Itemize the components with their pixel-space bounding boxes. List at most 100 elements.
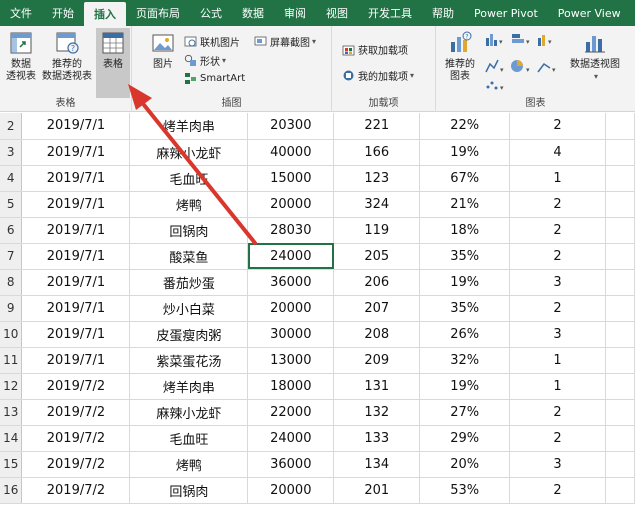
- cell-dish[interactable]: 毛血旺: [129, 165, 249, 192]
- cell-date[interactable]: 2019/7/2: [21, 451, 131, 478]
- row-header[interactable]: 6: [0, 217, 23, 244]
- cell-qty[interactable]: 133: [333, 425, 421, 452]
- cell-amount[interactable]: 20000: [247, 191, 335, 218]
- cell-amount[interactable]: 20300: [247, 113, 335, 140]
- cell-dish[interactable]: 番茄炒蛋: [129, 269, 249, 296]
- cell-empty[interactable]: [605, 425, 635, 452]
- cell-empty[interactable]: [605, 451, 635, 478]
- cell-amount[interactable]: 13000: [247, 347, 335, 374]
- cell-qty[interactable]: 206: [333, 269, 421, 296]
- cell-date[interactable]: 2019/7/1: [21, 191, 131, 218]
- cell-amount[interactable]: 36000: [247, 451, 335, 478]
- cell-dish[interactable]: 毛血旺: [129, 425, 249, 452]
- cell-qty[interactable]: 205: [333, 243, 421, 270]
- cell-qty[interactable]: 208: [333, 321, 421, 348]
- cell-pct[interactable]: 26%: [419, 321, 511, 348]
- cell-date[interactable]: 2019/7/2: [21, 425, 131, 452]
- cell-empty[interactable]: [605, 373, 635, 400]
- ribbon-tab[interactable]: Power Pivot: [464, 0, 548, 26]
- cell-empty[interactable]: [605, 321, 635, 348]
- cell-date[interactable]: 2019/7/1: [21, 113, 131, 140]
- ribbon-tab[interactable]: 数据: [232, 0, 274, 26]
- cell-pct[interactable]: 19%: [419, 139, 511, 166]
- cell-pct[interactable]: 18%: [419, 217, 511, 244]
- row-header[interactable]: 3: [0, 139, 23, 166]
- recommended-charts-button[interactable]: ? 推荐的 图表: [440, 30, 480, 83]
- row-header[interactable]: 7: [0, 243, 23, 270]
- online-picture-button[interactable]: 联机图片: [184, 34, 240, 49]
- cell-rank[interactable]: 3: [509, 451, 606, 478]
- ribbon-tab[interactable]: 公式: [190, 0, 232, 26]
- cell-empty[interactable]: [605, 113, 635, 140]
- cell-dish[interactable]: 烤鸭: [129, 191, 249, 218]
- cell-amount[interactable]: 24000: [247, 243, 335, 270]
- ribbon-tab[interactable]: Power View: [548, 0, 631, 26]
- ribbon-tab[interactable]: 开发工具: [358, 0, 422, 26]
- cell-date[interactable]: 2019/7/1: [21, 217, 131, 244]
- cell-amount[interactable]: 20000: [247, 295, 335, 322]
- cell-rank[interactable]: 2: [509, 477, 606, 504]
- cell-rank[interactable]: 2: [509, 217, 606, 244]
- cell-dish[interactable]: 回锅肉: [129, 217, 249, 244]
- shapes-button[interactable]: 形状 ▾: [184, 53, 226, 68]
- my-addins-button[interactable]: 我的加载项 ▾: [342, 68, 414, 83]
- cell-amount[interactable]: 22000: [247, 399, 335, 426]
- cell-empty[interactable]: [605, 243, 635, 270]
- cell-dish[interactable]: 烤羊肉串: [129, 373, 249, 400]
- cell-empty[interactable]: [605, 139, 635, 166]
- cell-amount[interactable]: 15000: [247, 165, 335, 192]
- row-header[interactable]: 11: [0, 347, 23, 374]
- cell-dish[interactable]: 麻辣小龙虾: [129, 139, 249, 166]
- cell-rank[interactable]: 2: [509, 425, 606, 452]
- cell-date[interactable]: 2019/7/1: [21, 295, 131, 322]
- row-header[interactable]: 2: [0, 113, 23, 140]
- recommended-pivot-table-button[interactable]: ? 推荐的 数据透视表: [38, 30, 96, 83]
- cell-amount[interactable]: 30000: [247, 321, 335, 348]
- cell-amount[interactable]: 36000: [247, 269, 335, 296]
- picture-button[interactable]: 图片: [146, 30, 180, 71]
- cell-pct[interactable]: 67%: [419, 165, 511, 192]
- cell-date[interactable]: 2019/7/2: [21, 399, 131, 426]
- cell-pct[interactable]: 22%: [419, 113, 511, 140]
- cell-amount[interactable]: 18000: [247, 373, 335, 400]
- cell-date[interactable]: 2019/7/1: [21, 269, 131, 296]
- cell-date[interactable]: 2019/7/1: [21, 139, 131, 166]
- get-addins-button[interactable]: 获取加载项: [342, 42, 408, 57]
- pivot-table-button[interactable]: 数据 透视表: [2, 30, 40, 83]
- cell-dish[interactable]: 麻辣小龙虾: [129, 399, 249, 426]
- cell-dish[interactable]: 酸菜鱼: [129, 243, 249, 270]
- cell-rank[interactable]: 2: [509, 295, 606, 322]
- cell-rank[interactable]: 2: [509, 399, 606, 426]
- ribbon-tab[interactable]: 开始: [42, 0, 84, 26]
- cell-empty[interactable]: [605, 399, 635, 426]
- cell-amount[interactable]: 24000: [247, 425, 335, 452]
- ribbon-tab[interactable]: 帮助: [422, 0, 464, 26]
- cell-qty[interactable]: 132: [333, 399, 421, 426]
- cell-dish[interactable]: 紫菜蛋花汤: [129, 347, 249, 374]
- cell-pct[interactable]: 21%: [419, 191, 511, 218]
- cell-amount[interactable]: 28030: [247, 217, 335, 244]
- cell-pct[interactable]: 35%: [419, 243, 511, 270]
- row-header[interactable]: 15: [0, 451, 23, 478]
- cell-dish[interactable]: 烤羊肉串: [129, 113, 249, 140]
- cell-empty[interactable]: [605, 269, 635, 296]
- cell-date[interactable]: 2019/7/1: [21, 321, 131, 348]
- ribbon-tab[interactable]: 审阅: [274, 0, 316, 26]
- cell-dish[interactable]: 皮蛋瘦肉粥: [129, 321, 249, 348]
- cell-rank[interactable]: 1: [509, 165, 606, 192]
- cell-empty[interactable]: [605, 191, 635, 218]
- cell-pct[interactable]: 19%: [419, 269, 511, 296]
- cell-qty[interactable]: 134: [333, 451, 421, 478]
- cell-qty[interactable]: 221: [333, 113, 421, 140]
- cell-qty[interactable]: 131: [333, 373, 421, 400]
- cell-rank[interactable]: 1: [509, 373, 606, 400]
- cell-pct[interactable]: 35%: [419, 295, 511, 322]
- cell-date[interactable]: 2019/7/2: [21, 477, 131, 504]
- screenshot-button[interactable]: 屏幕截图 ▾: [254, 34, 316, 49]
- smartart-button[interactable]: SmartArt: [184, 72, 245, 85]
- cell-empty[interactable]: [605, 165, 635, 192]
- cell-qty[interactable]: 324: [333, 191, 421, 218]
- cell-pct[interactable]: 29%: [419, 425, 511, 452]
- cell-date[interactable]: 2019/7/1: [21, 165, 131, 192]
- cell-date[interactable]: 2019/7/2: [21, 373, 131, 400]
